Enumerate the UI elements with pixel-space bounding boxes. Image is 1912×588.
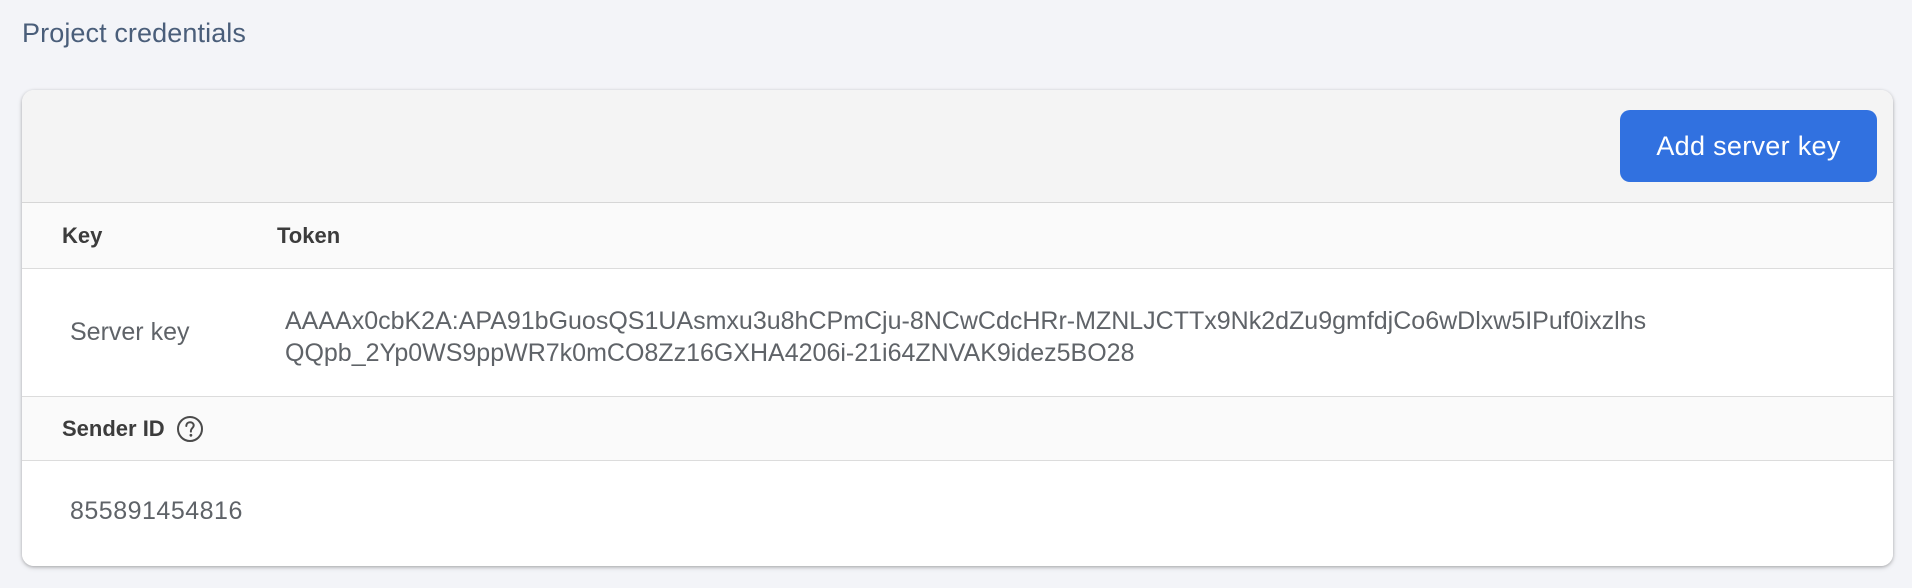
column-header-token: Token <box>277 223 341 248</box>
add-server-key-button[interactable]: Add server key <box>1620 110 1877 182</box>
key-name-cell: Server key <box>70 318 190 346</box>
token-cell[interactable]: AAAAx0cbK2A:APA91bGuosQS1UAsmxu3u8hCPmCj… <box>285 305 1785 369</box>
table-row: Server key AAAAx0cbK2A:APA91bGuosQS1UAsm… <box>22 269 1893 397</box>
column-header-key: Key <box>62 223 103 248</box>
sender-id-header: Sender ID <box>22 397 1893 461</box>
token-line-1: AAAAx0cbK2A:APA91bGuosQS1UAsmxu3u8hCPmCj… <box>285 307 1647 335</box>
table-header-row: Key Token <box>22 203 1893 269</box>
card-toolbar: Add server key <box>22 90 1893 203</box>
sender-id-value[interactable]: 855891454816 <box>70 461 243 562</box>
token-line-2: QQpb_2Yp0WS9ppWR7k0mCO8Zz16GXHA4206i-21i… <box>285 339 1135 367</box>
sender-id-label: Sender ID <box>62 416 165 441</box>
credentials-card: Add server key Key Token Server key AAAA… <box>22 90 1893 566</box>
sender-id-row: 855891454816 <box>22 461 1893 566</box>
help-circle-icon[interactable] <box>176 415 204 443</box>
page-title: Project credentials <box>22 18 247 48</box>
